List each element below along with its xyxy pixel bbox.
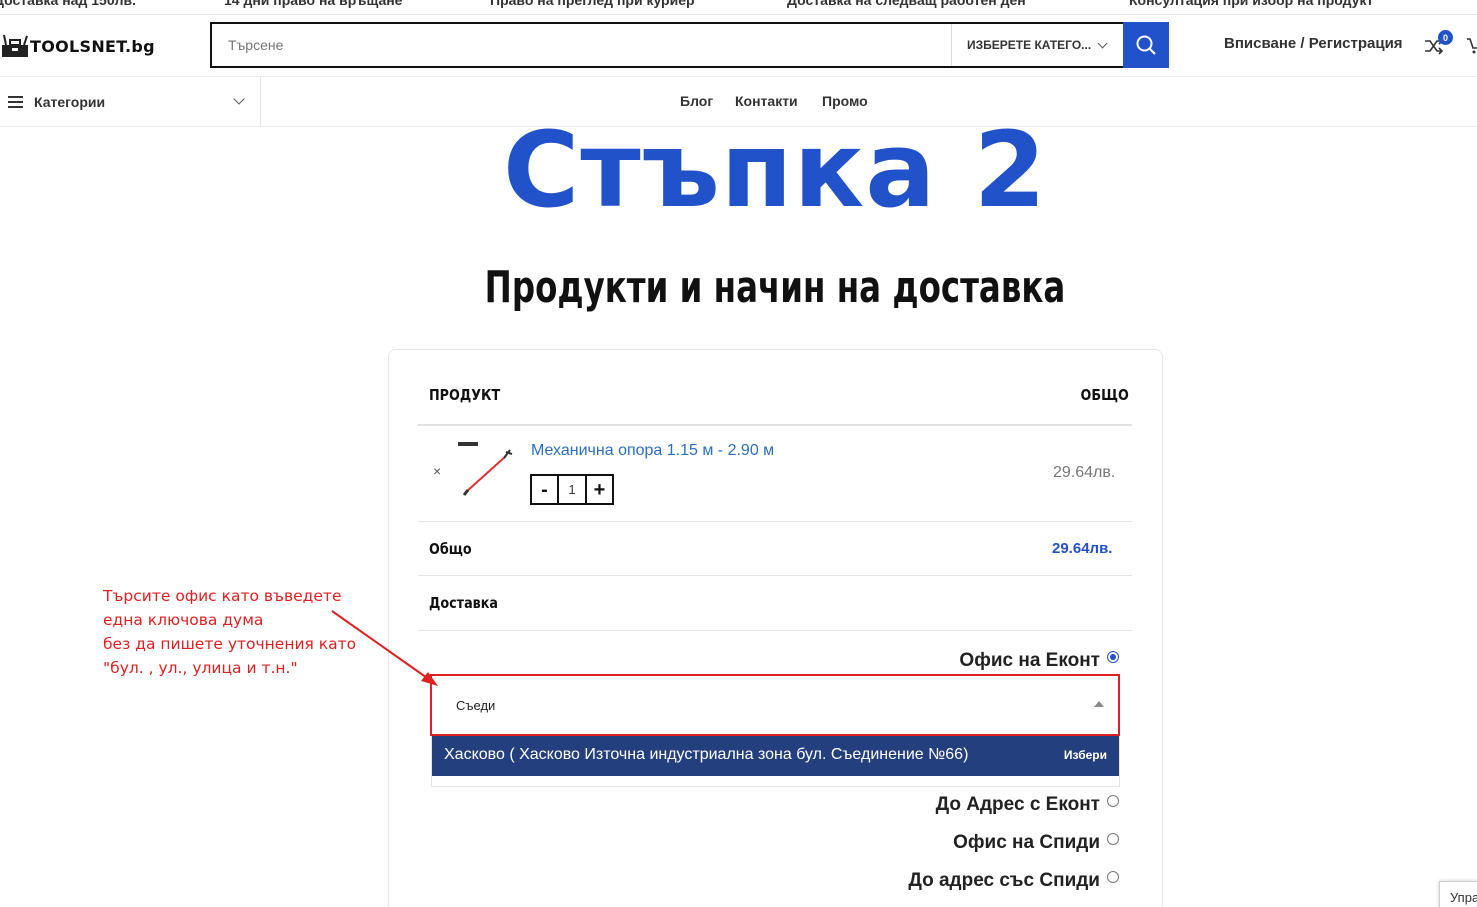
annotation-arrow	[331, 610, 438, 686]
cookie-settings-button[interactable]: Упра	[1439, 881, 1477, 907]
